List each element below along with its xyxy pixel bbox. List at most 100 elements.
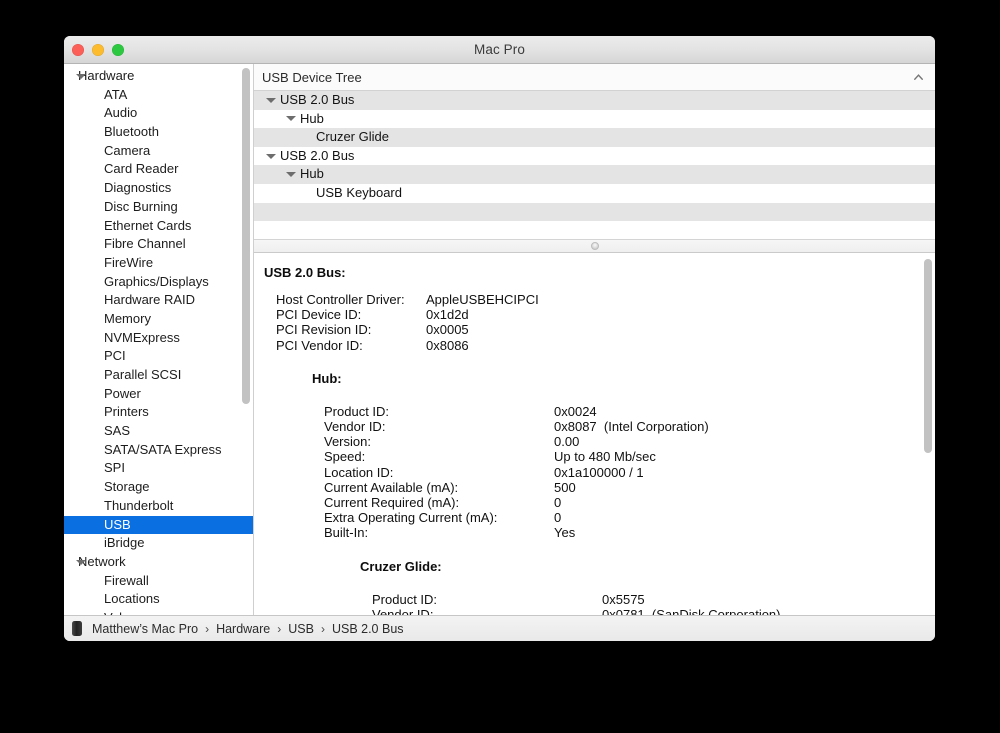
sidebar-item-label: Hardware: [78, 68, 135, 83]
detail-row: PCI Revision ID: 0x0005: [276, 322, 539, 337]
window-title: Mac Pro: [474, 42, 525, 57]
sidebar-item-label: Card Reader: [104, 161, 179, 177]
breadcrumb-item[interactable]: USB 2.0 Bus: [332, 622, 404, 636]
sidebar-item-volumes[interactable]: Volumes: [64, 609, 253, 615]
sidebar-item-usb[interactable]: USB: [64, 515, 253, 535]
breadcrumb-item[interactable]: Hardware: [216, 622, 270, 636]
detail-scrollbar-thumb[interactable]: [924, 259, 932, 453]
detail-row-key: Extra Operating Current (mA):: [324, 510, 498, 526]
detail-row-value-text: 0x8086: [426, 337, 469, 353]
tree-row[interactable]: USB 2.0 Bus: [254, 91, 935, 110]
sidebar-item-label: USB: [104, 516, 131, 532]
detail-row-key: PCI Vendor ID:: [276, 337, 363, 353]
tree-row[interactable]: Hub: [254, 165, 935, 184]
detail-row-value-text: Up to 480 Mb/sec: [554, 449, 656, 465]
detail-row-key: PCI Device ID:: [276, 307, 362, 323]
tree-row-label: USB Keyboard: [316, 184, 402, 200]
detail-row-value-text: 0x8087: [554, 419, 597, 435]
sidebar-item-camera[interactable]: Camera: [64, 142, 253, 161]
tree-row-label: Cruzer Glide: [316, 129, 389, 145]
sidebar-item-disc-burning[interactable]: Disc Burning: [64, 198, 253, 217]
tree-row[interactable]: Hub: [254, 110, 935, 129]
disclosure-triangle-icon[interactable]: [286, 172, 296, 178]
usb-device-tree-list[interactable]: USB 2.0 Bus Hub Cruzer Glide USB 2.0 Bus Hub…: [254, 91, 935, 239]
sidebar-scrollbar[interactable]: [242, 64, 250, 615]
breadcrumb: Matthew’s Mac Pro › Hardware › USB › USB 2.0 B…: [64, 615, 935, 641]
tree-row[interactable]: Cruzer Glide: [254, 128, 935, 147]
detail-row-value-text: 0: [554, 495, 562, 511]
sidebar-item-card-reader[interactable]: Card Reader: [64, 160, 253, 179]
detail-row-value: 0x0781 (SanDisk Corporation): [602, 607, 781, 615]
sidebar-item-firewall[interactable]: Firewall: [64, 572, 253, 591]
sidebar-item-thunderbolt[interactable]: Thunderbolt: [64, 497, 253, 516]
detail-row: Location ID: 0x1a100000 / 1: [324, 465, 709, 480]
sidebar-item-hardware[interactable]: Hardware: [64, 67, 253, 86]
sidebar-item-memory[interactable]: Memory: [64, 310, 253, 329]
detail-row-value: 0: [554, 495, 709, 510]
detail-row-value: Up to 480 Mb/sec: [554, 449, 709, 464]
detail-row-value-text: 0: [554, 510, 562, 526]
resize-grip-dot-icon[interactable]: [590, 242, 599, 250]
sidebar-item-ibridge[interactable]: iBridge: [64, 534, 253, 553]
detail-scrollbar[interactable]: [924, 255, 932, 613]
detail-row-key: Product ID:: [372, 591, 438, 607]
sidebar-item-printers[interactable]: Printers: [64, 403, 253, 422]
disclosure-triangle-icon[interactable]: [266, 153, 276, 159]
sidebar-item-sas[interactable]: SAS: [64, 422, 253, 441]
close-button[interactable]: [72, 44, 84, 56]
sidebar-item-nvmexpress[interactable]: NVMExpress: [64, 329, 253, 348]
disclosure-triangle-icon[interactable]: [76, 559, 86, 565]
tree-row[interactable]: USB 2.0 Bus: [254, 147, 935, 166]
detail-row-value: 0x0005: [426, 322, 539, 337]
sidebar-item-network[interactable]: Network: [64, 553, 253, 572]
sidebar-item-graphics-displays[interactable]: Graphics/Displays: [64, 273, 253, 292]
sidebar-item-pci[interactable]: PCI: [64, 347, 253, 366]
detail-row-key: Speed:: [324, 449, 366, 465]
disclosure-triangle-icon[interactable]: [266, 97, 276, 103]
sidebar-item-storage[interactable]: Storage: [64, 478, 253, 497]
sidebar-item-label: Printers: [104, 404, 149, 420]
content-pane: USB Device Tree USB 2.0 Bus Hub Cruzer Gli…: [254, 64, 935, 615]
maximize-button[interactable]: [112, 44, 124, 56]
sidebar-item-label: SAS: [104, 423, 131, 439]
tree-row[interactable]: USB Keyboard: [254, 184, 935, 203]
sidebar-item-parallel-scsi[interactable]: Parallel SCSI: [64, 366, 253, 385]
detail-row: Vendor ID: 0x0781 (SanDisk Corporation): [372, 607, 781, 615]
detail-section-title: Hub:: [312, 370, 342, 386]
sidebar-item-power[interactable]: Power: [64, 385, 253, 404]
detail-row-value-note: (SanDisk Corporation): [651, 606, 781, 615]
breadcrumb-item[interactable]: Matthew’s Mac Pro: [92, 622, 198, 636]
sidebar-item-diagnostics[interactable]: Diagnostics: [64, 179, 253, 198]
sidebar-item-audio[interactable]: Audio: [64, 104, 253, 123]
breadcrumb-item[interactable]: USB: [288, 622, 314, 636]
sidebar-item-fibre-channel[interactable]: Fibre Channel: [64, 235, 253, 254]
detail-row: Host Controller Driver: AppleUSBEHCIPCI: [276, 292, 539, 307]
minimize-button[interactable]: [92, 44, 104, 56]
sidebar-item-label: Fibre Channel: [104, 236, 186, 252]
sidebar-item-bluetooth[interactable]: Bluetooth: [64, 123, 253, 142]
detail-row-value-text: Yes: [554, 525, 576, 541]
sidebar-item-sata-sata-express[interactable]: SATA/SATA Express: [64, 441, 253, 460]
detail-row: PCI Device ID: 0x1d2d: [276, 307, 539, 322]
detail-row-value-text: 0.00: [554, 434, 580, 450]
tree-row-label: USB 2.0 Bus: [280, 147, 355, 163]
pane-splitter[interactable]: [254, 239, 935, 253]
chevron-up-icon[interactable]: [914, 74, 923, 80]
sidebar-item-ethernet-cards[interactable]: Ethernet Cards: [64, 217, 253, 236]
sidebar-scrollbar-thumb[interactable]: [242, 68, 250, 404]
tree-row-label: Hub: [300, 110, 324, 126]
sidebar-item-hardware-raid[interactable]: Hardware RAID: [64, 291, 253, 310]
sidebar-item-label: SATA/SATA Express: [104, 441, 222, 457]
sidebar-item-spi[interactable]: SPI: [64, 459, 253, 478]
detail-row-value: 0x0024: [554, 404, 709, 419]
detail-row-value-text: 0x1d2d: [426, 307, 469, 323]
detail-row-key: Current Required (mA):: [324, 495, 460, 511]
disclosure-triangle-icon[interactable]: [76, 73, 86, 79]
sidebar-item-firewire[interactable]: FireWire: [64, 254, 253, 273]
detail-row-value-note: (Intel Corporation): [603, 419, 709, 435]
disclosure-triangle-icon[interactable]: [286, 116, 296, 122]
sidebar-item-locations[interactable]: Locations: [64, 590, 253, 609]
sidebar-item-ata[interactable]: ATA: [64, 86, 253, 105]
detail-key-value-table: Product ID: 0x0024 Vendor ID: 0x8087 (Intel…: [324, 404, 709, 541]
window-titlebar: Mac Pro: [64, 36, 935, 64]
